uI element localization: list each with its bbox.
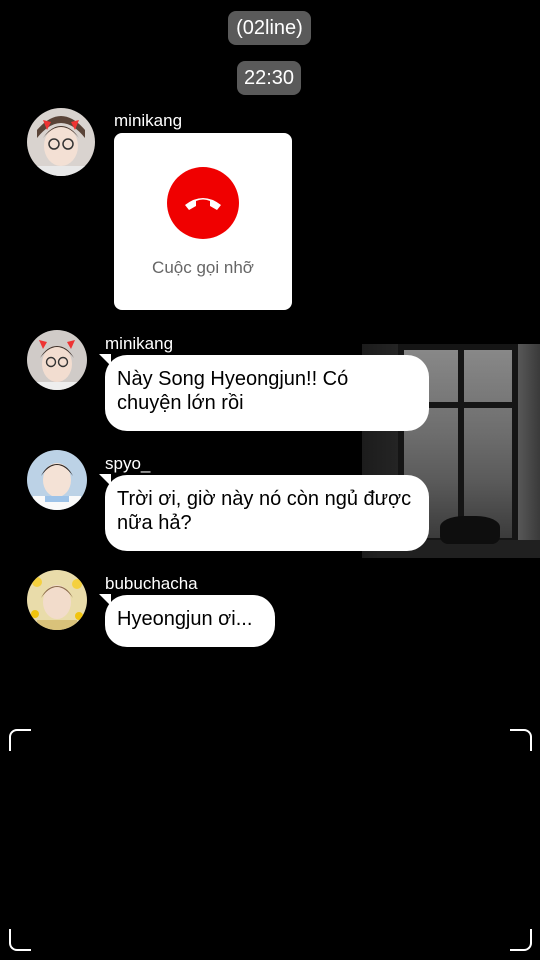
missed-call-card[interactable]: Cuộc gọi nhỡ — [114, 133, 292, 310]
avatar[interactable] — [27, 330, 87, 390]
message-bubble[interactable]: Này Song Hyeongjun!! Có chuyện lớn rồi — [99, 354, 429, 431]
message-bubble[interactable]: Hyeongjun ơi... — [99, 594, 275, 647]
frame-corner-top-left — [9, 729, 31, 751]
frame-corner-bottom-left — [9, 929, 31, 951]
chat-title: (02line) — [228, 11, 311, 45]
sender-name: spyo_ — [105, 454, 151, 473]
avatar[interactable] — [27, 450, 87, 510]
timestamp: 22:30 — [237, 61, 301, 95]
frame-corner-bottom-right — [510, 929, 532, 951]
sender-name: bubuchacha — [105, 574, 198, 593]
phone-hangup-icon — [167, 167, 239, 239]
message-bubble[interactable]: Trời ơi, giờ này nó còn ngủ được nữa hả? — [99, 474, 429, 551]
sender-name: minikang — [105, 334, 174, 353]
frame-corner-top-right — [510, 729, 532, 751]
window-object — [440, 516, 500, 544]
sender-name: minikang — [114, 111, 183, 130]
missed-call-label: Cuộc gọi nhỡ — [152, 258, 254, 277]
avatar[interactable] — [27, 570, 87, 630]
avatar[interactable] — [27, 108, 95, 176]
